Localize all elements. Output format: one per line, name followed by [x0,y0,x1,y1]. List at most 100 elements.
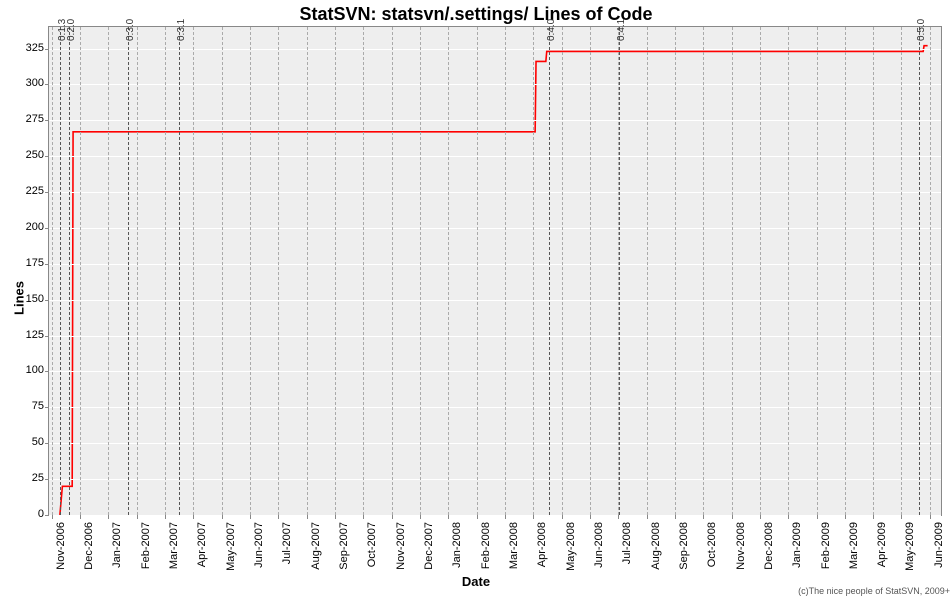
x-tick-label: Apr-2007 [196,522,208,567]
gridline-v [137,27,138,515]
y-tick-label: 175 [4,257,44,269]
gridline-h [49,84,941,85]
y-tick-label: 75 [4,400,44,412]
x-tick-label: May-2009 [904,522,916,571]
x-tick-label: Nov-2008 [735,522,747,570]
version-marker-label: 0.5.0 [916,19,927,41]
x-tick-label: Jan-2007 [111,522,123,568]
x-tick-label: Mar-2009 [848,522,860,569]
gridline-h [49,192,941,193]
x-tick-label: Dec-2008 [763,522,775,570]
gridline-v [165,27,166,515]
version-marker-label: 0.2.0 [66,19,77,41]
x-tick-label: Feb-2007 [140,522,152,569]
gridline-h [49,49,941,50]
x-tick-label: May-2008 [565,522,577,571]
version-marker-label: 0.4.1 [616,19,627,41]
gridline-v [52,27,53,515]
version-marker [919,27,920,515]
x-tick-label: Dec-2006 [83,522,95,570]
x-tick-label: Dec-2007 [423,522,435,570]
version-marker [128,27,129,515]
gridline-v [448,27,449,515]
y-tick-label: 125 [4,329,44,341]
x-tick-label: Apr-2009 [876,522,888,567]
gridline-v [335,27,336,515]
x-tick-label: Jan-2009 [791,522,803,568]
plot-area: 0.1.30.2.00.3.00.3.10.4.00.4.10.5.0 [48,26,942,516]
gridline-v [80,27,81,515]
y-tick-label: 225 [4,185,44,197]
gridline-v [760,27,761,515]
gridline-v [930,27,931,515]
version-marker [69,27,70,515]
version-marker-label: 0.3.1 [176,19,187,41]
gridline-v [363,27,364,515]
y-tick-label: 0 [4,508,44,520]
gridline-h [49,371,941,372]
gridline-v [420,27,421,515]
gridline-v [845,27,846,515]
y-tick-label: 325 [4,42,44,54]
gridline-h [49,300,941,301]
y-tick-label: 300 [4,77,44,89]
gridline-v [250,27,251,515]
version-marker [60,27,61,515]
gridline-h [49,515,941,516]
x-tick-label: Aug-2007 [310,522,322,570]
y-tick-label: 150 [4,293,44,305]
x-tick-label: Nov-2007 [395,522,407,570]
x-tick-label: Apr-2008 [536,522,548,567]
y-tick-label: 25 [4,472,44,484]
x-tick-label: Sep-2008 [678,522,690,570]
gridline-h [49,264,941,265]
gridline-v [278,27,279,515]
version-marker-label: 0.4.0 [546,19,557,41]
y-tick-label: 250 [4,149,44,161]
gridline-h [49,156,941,157]
version-marker [619,27,620,515]
gridline-v [533,27,534,515]
y-tick-label: 50 [4,436,44,448]
gridline-v [505,27,506,515]
gridline-v [222,27,223,515]
gridline-v [108,27,109,515]
gridline-v [392,27,393,515]
x-tick-label: Feb-2008 [480,522,492,569]
gridline-v [901,27,902,515]
series-line [60,46,928,515]
gridline-h [49,443,941,444]
gridline-h [49,479,941,480]
gridline-h [49,228,941,229]
gridline-v [562,27,563,515]
gridline-v [732,27,733,515]
gridline-v [703,27,704,515]
gridline-v [193,27,194,515]
gridline-v [647,27,648,515]
y-tick-label: 200 [4,221,44,233]
version-marker [549,27,550,515]
gridline-v [590,27,591,515]
version-marker-label: 0.3.0 [125,19,136,41]
x-tick-label: Oct-2008 [706,522,718,567]
x-tick-label: Jul-2007 [281,522,293,564]
y-tick-label: 275 [4,113,44,125]
gridline-v [477,27,478,515]
x-tick-label: Jun-2007 [253,522,265,568]
gridline-v [817,27,818,515]
x-tick-label: Jun-2008 [593,522,605,568]
x-tick-label: Mar-2008 [508,522,520,569]
gridline-v [307,27,308,515]
gridline-v [675,27,676,515]
x-tick-label: Nov-2006 [55,522,67,570]
x-tick-label: Feb-2009 [820,522,832,569]
x-tick-label: Jul-2008 [621,522,633,564]
x-tick-label: Sep-2007 [338,522,350,570]
credit-text: (c)The nice people of StatSVN, 2009+ [798,586,950,596]
chart-title: StatSVN: statsvn/.settings/ Lines of Cod… [0,4,952,25]
gridline-h [49,407,941,408]
version-marker [179,27,180,515]
x-tick-label: Oct-2007 [366,522,378,567]
x-tick-label: Mar-2007 [168,522,180,569]
gridline-h [49,336,941,337]
